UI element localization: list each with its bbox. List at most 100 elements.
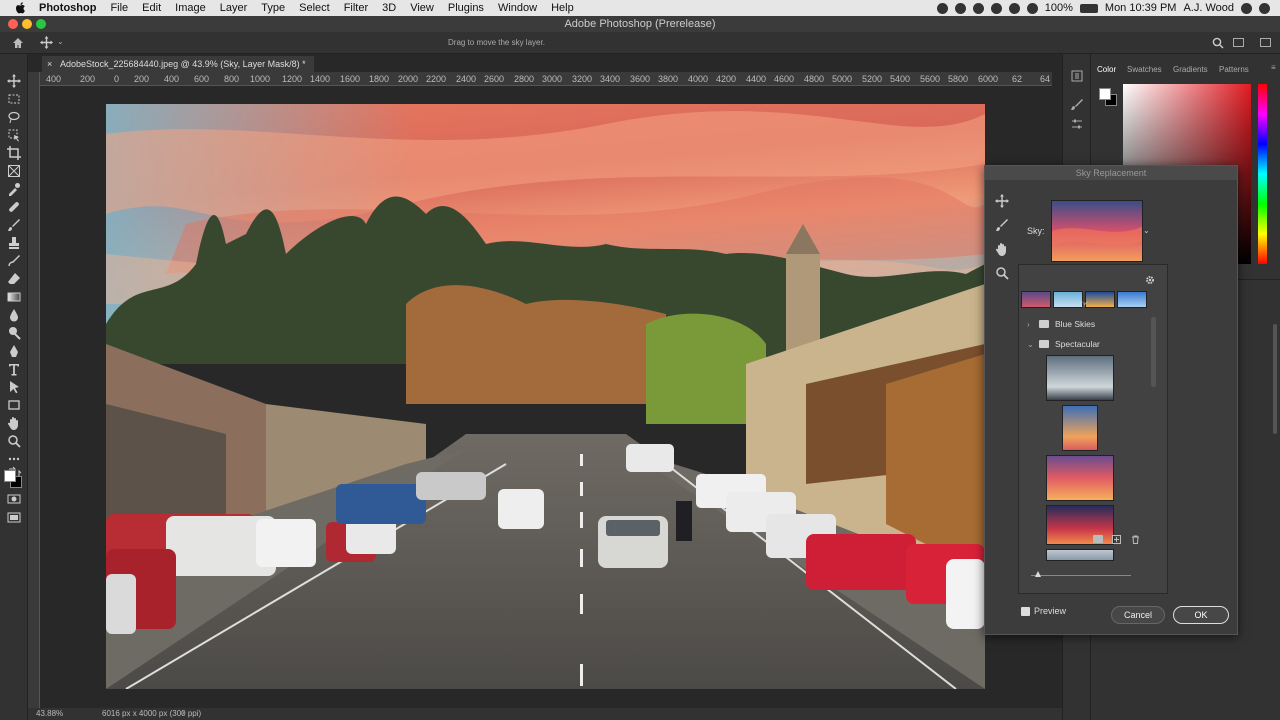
sky-preset-thumb[interactable]: [1046, 549, 1114, 561]
zoom-window-button[interactable]: [36, 19, 46, 29]
menu-window[interactable]: Window: [491, 2, 544, 14]
home-icon[interactable]: [12, 37, 24, 49]
control-center-icon[interactable]: [1259, 2, 1270, 14]
thumbnail-size-slider-handle[interactable]: [1035, 571, 1041, 577]
hue-slider[interactable]: [1258, 84, 1267, 264]
menu-type[interactable]: Type: [254, 2, 292, 14]
eyedropper-tool-icon[interactable]: [7, 182, 21, 196]
hand-tool-icon[interactable]: [7, 416, 21, 430]
menu-image[interactable]: Image: [168, 2, 213, 14]
eraser-tool-icon[interactable]: [7, 272, 21, 286]
menu-layer[interactable]: Layer: [213, 2, 255, 14]
horizontal-ruler[interactable]: 400 200 0 200 400 600 800 1000 1200 1400…: [40, 72, 1052, 86]
sky-preset-thumb[interactable]: [1046, 355, 1114, 401]
sky-preset-thumb[interactable]: [1062, 405, 1098, 451]
add-sky-icon[interactable]: [1112, 535, 1121, 544]
foreground-color-chip[interactable]: [1099, 88, 1111, 100]
dropbox-icon[interactable]: [954, 2, 966, 14]
menu-clock[interactable]: Mon 10:39 PM: [1105, 2, 1177, 14]
minimize-window-button[interactable]: [22, 19, 32, 29]
tool-preset-chevron-icon[interactable]: ⌄: [57, 37, 64, 46]
record-icon[interactable]: [936, 2, 948, 14]
move-tool-icon[interactable]: [7, 74, 21, 88]
brush-settings-icon[interactable]: [1071, 98, 1083, 110]
zoom-tool-icon[interactable]: [7, 434, 21, 448]
tab-gradients[interactable]: Gradients: [1173, 65, 1208, 74]
apple-icon[interactable]: [14, 1, 28, 15]
marquee-tool-icon[interactable]: [7, 92, 21, 106]
menu-view[interactable]: View: [403, 2, 441, 14]
document-info[interactable]: 6016 px x 4000 px (300 ppi): [102, 709, 201, 718]
trash-icon[interactable]: [1131, 535, 1140, 544]
sky-dropdown-chevron-icon[interactable]: ⌄: [1143, 226, 1150, 235]
menu-app-name[interactable]: Photoshop: [32, 2, 103, 14]
airplay-icon[interactable]: [972, 2, 984, 14]
close-tab-icon[interactable]: ×: [47, 56, 52, 72]
sky-preset-thumb[interactable]: [1046, 505, 1114, 545]
cancel-button[interactable]: Cancel: [1111, 606, 1165, 624]
vertical-ruler[interactable]: [28, 72, 40, 708]
battery-icon[interactable]: [1079, 3, 1098, 13]
sky-selector-thumbnail[interactable]: [1051, 200, 1143, 262]
wifi-icon[interactable]: [1026, 2, 1038, 14]
menu-user[interactable]: A.J. Wood: [1183, 2, 1234, 14]
thumbnail-size-slider-track[interactable]: [1031, 575, 1131, 576]
brush-tool-icon[interactable]: [7, 218, 21, 232]
gear-icon[interactable]: [1145, 275, 1155, 285]
menu-filter[interactable]: Filter: [337, 2, 375, 14]
screen-mode-icon[interactable]: [7, 510, 21, 524]
preview-checkbox[interactable]: [1021, 606, 1030, 616]
type-tool-icon[interactable]: [7, 362, 21, 376]
folder-blue-skies[interactable]: › Blue Skies: [1027, 315, 1095, 333]
search-icon[interactable]: [1241, 2, 1252, 14]
foreground-color-swatch[interactable]: [4, 470, 16, 482]
quick-mask-icon[interactable]: [7, 492, 21, 506]
adjustments-icon[interactable]: [1071, 118, 1083, 130]
blur-tool-icon[interactable]: [7, 308, 21, 322]
tab-patterns[interactable]: Patterns: [1219, 65, 1249, 74]
tab-color[interactable]: Color: [1097, 65, 1116, 74]
volume-icon[interactable]: [990, 2, 1002, 14]
menu-plugins[interactable]: Plugins: [441, 2, 491, 14]
menu-help[interactable]: Help: [544, 2, 581, 14]
history-panel-icon[interactable]: [1071, 70, 1083, 82]
menu-file[interactable]: File: [103, 2, 135, 14]
clone-stamp-tool-icon[interactable]: [7, 236, 21, 250]
history-brush-tool-icon[interactable]: [7, 254, 21, 268]
zoom-level[interactable]: 43.88%: [36, 709, 63, 718]
frame-tool-icon[interactable]: [7, 164, 21, 178]
crop-tool-icon[interactable]: [7, 146, 21, 160]
recent-sky-thumb[interactable]: [1053, 291, 1083, 308]
document-image[interactable]: [106, 104, 985, 689]
menu-3d[interactable]: 3D: [375, 2, 403, 14]
workspace-chevron-icon[interactable]: [1260, 38, 1271, 47]
sky-brush-tool-icon[interactable]: [995, 218, 1009, 232]
object-selection-tool-icon[interactable]: [7, 128, 21, 142]
sky-preset-thumb[interactable]: [1046, 455, 1114, 501]
close-window-button[interactable]: [8, 19, 18, 29]
recent-sky-thumb[interactable]: [1085, 291, 1115, 308]
tab-swatches[interactable]: Swatches: [1127, 65, 1162, 74]
rectangle-tool-icon[interactable]: [7, 398, 21, 412]
preset-scrollbar[interactable]: [1151, 317, 1156, 387]
bluetooth-icon[interactable]: [1008, 2, 1020, 14]
lasso-tool-icon[interactable]: [7, 110, 21, 124]
path-selection-tool-icon[interactable]: [7, 380, 21, 394]
recent-sky-thumb[interactable]: [1021, 291, 1051, 308]
battery-percent[interactable]: 100%: [1045, 2, 1073, 14]
menu-edit[interactable]: Edit: [135, 2, 168, 14]
gradient-tool-icon[interactable]: [7, 290, 21, 304]
move-tool-icon[interactable]: [40, 36, 53, 49]
workspace-icon[interactable]: [1233, 38, 1244, 47]
document-tab[interactable]: × AdobeStock_225684440.jpeg @ 43.9% (Sky…: [42, 56, 314, 72]
status-chevron-icon[interactable]: ›: [182, 708, 185, 717]
zoom-tool-icon[interactable]: [995, 266, 1009, 280]
dodge-tool-icon[interactable]: [7, 326, 21, 340]
folder-spectacular[interactable]: ⌄ Spectacular: [1027, 335, 1100, 353]
menu-select[interactable]: Select: [292, 2, 337, 14]
new-folder-icon[interactable]: [1093, 535, 1103, 543]
recent-sky-thumb[interactable]: [1117, 291, 1147, 308]
move-tool-icon[interactable]: [995, 194, 1009, 208]
panel-menu-icon[interactable]: ≡: [1271, 63, 1276, 72]
hand-tool-icon[interactable]: [995, 242, 1009, 256]
